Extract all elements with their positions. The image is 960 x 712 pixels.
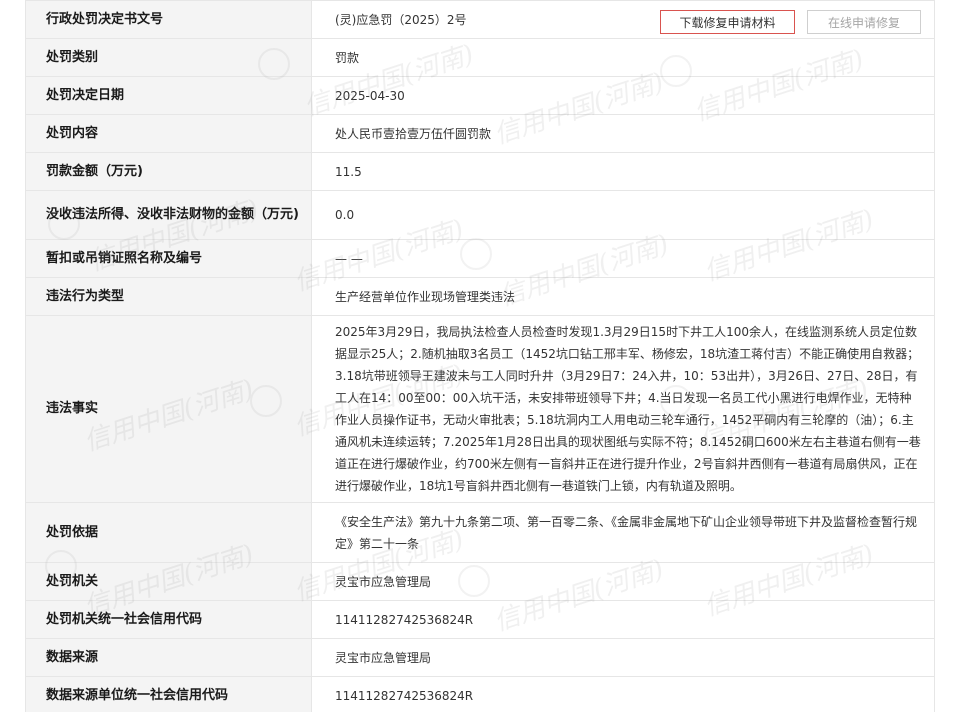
table-row: 处罚内容 处人民币壹拾壹万伍仟圆罚款 bbox=[25, 114, 935, 153]
row-label: 处罚决定日期 bbox=[25, 76, 312, 115]
table-row: 暂扣或吊销证照名称及编号 — — bbox=[25, 239, 935, 278]
row-value-doc-number: (灵)应急罚（2025）2号 下载修复申请材料 在线申请修复 bbox=[311, 0, 935, 39]
table-row: 处罚决定日期 2025-04-30 bbox=[25, 76, 935, 115]
row-label: 违法行为类型 bbox=[25, 277, 312, 316]
row-label: 没收违法所得、没收非法财物的金额（万元) bbox=[25, 190, 312, 240]
table-row: 处罚机关 灵宝市应急管理局 bbox=[25, 562, 935, 601]
table-row: 行政处罚决定书文号 (灵)应急罚（2025）2号 下载修复申请材料 在线申请修复 bbox=[25, 0, 935, 39]
row-value: 11.5 bbox=[311, 152, 935, 191]
table-row: 没收违法所得、没收非法财物的金额（万元) 0.0 bbox=[25, 190, 935, 240]
row-label: 处罚机关 bbox=[25, 562, 312, 601]
row-value-basis: 《安全生产法》第九十九条第二项、第一百零二条、《金属非金属地下矿山企业领导带班下… bbox=[311, 502, 935, 563]
penalty-detail-page: 行政处罚决定书文号 (灵)应急罚（2025）2号 下载修复申请材料 在线申请修复… bbox=[0, 0, 960, 712]
table-row: 违法事实 2025年3月29日，我局执法检查人员检查时发现1.3月29日15时下… bbox=[25, 315, 935, 503]
table-row: 处罚机关统一社会信用代码 11411282742536824R bbox=[25, 600, 935, 639]
row-label: 数据来源单位统一社会信用代码 bbox=[25, 676, 312, 712]
row-value: 2025-04-30 bbox=[311, 76, 935, 115]
row-label: 数据来源 bbox=[25, 638, 312, 677]
table-row: 处罚依据 《安全生产法》第九十九条第二项、第一百零二条、《金属非金属地下矿山企业… bbox=[25, 502, 935, 563]
row-value-facts: 2025年3月29日，我局执法检查人员检查时发现1.3月29日15时下井工人10… bbox=[311, 315, 935, 503]
download-repair-materials-button[interactable]: 下载修复申请材料 bbox=[660, 10, 795, 34]
row-value: 灵宝市应急管理局 bbox=[311, 638, 935, 677]
row-value: 灵宝市应急管理局 bbox=[311, 562, 935, 601]
table-row: 数据来源 灵宝市应急管理局 bbox=[25, 638, 935, 677]
row-label: 违法事实 bbox=[25, 315, 312, 503]
row-value: 罚款 bbox=[311, 38, 935, 77]
table-row: 数据来源单位统一社会信用代码 11411282742536824R bbox=[25, 676, 935, 712]
doc-number-text: (灵)应急罚（2025）2号 bbox=[335, 12, 467, 27]
row-value: 处人民币壹拾壹万伍仟圆罚款 bbox=[311, 114, 935, 153]
row-label: 暂扣或吊销证照名称及编号 bbox=[25, 239, 312, 278]
table-row: 罚款金额（万元) 11.5 bbox=[25, 152, 935, 191]
online-repair-apply-button[interactable]: 在线申请修复 bbox=[807, 10, 921, 34]
row-value: 0.0 bbox=[311, 190, 935, 240]
row-label: 处罚类别 bbox=[25, 38, 312, 77]
table-row: 处罚类别 罚款 bbox=[25, 38, 935, 77]
row-label: 处罚机关统一社会信用代码 bbox=[25, 600, 312, 639]
table-row: 违法行为类型 生产经营单位作业现场管理类违法 bbox=[25, 277, 935, 316]
row-label: 处罚内容 bbox=[25, 114, 312, 153]
row-label: 行政处罚决定书文号 bbox=[25, 0, 312, 39]
penalty-info-table: 行政处罚决定书文号 (灵)应急罚（2025）2号 下载修复申请材料 在线申请修复… bbox=[25, 0, 935, 712]
row-value: 11411282742536824R bbox=[311, 600, 935, 639]
row-label: 处罚依据 bbox=[25, 502, 312, 563]
row-value: — — bbox=[311, 239, 935, 278]
row-label: 罚款金额（万元) bbox=[25, 152, 312, 191]
row-value: 生产经营单位作业现场管理类违法 bbox=[311, 277, 935, 316]
row-value: 11411282742536824R bbox=[311, 676, 935, 712]
